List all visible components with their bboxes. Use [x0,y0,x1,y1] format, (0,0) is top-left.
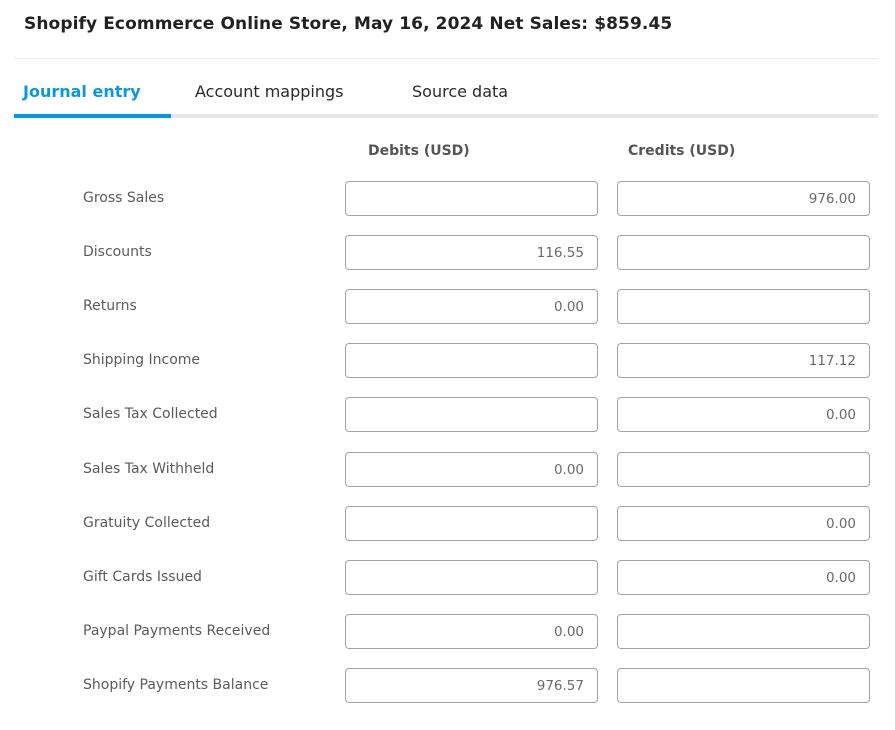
journal-row: Gift Cards Issued [0,560,895,596]
tab-account-mappings[interactable]: Account mappings [195,78,343,112]
credit-input[interactable] [617,614,870,649]
credit-input[interactable] [617,560,870,595]
active-tab-indicator [14,114,171,118]
tab-source-data[interactable]: Source data [412,78,508,112]
debit-input[interactable] [345,668,598,703]
tab-journal-entry[interactable]: Journal entry [23,78,141,112]
account-label: Gross Sales [83,190,165,206]
journal-row: Discounts [0,235,895,271]
credit-input[interactable] [617,289,870,324]
journal-row: Gratuity Collected [0,506,895,542]
account-label: Paypal Payments Received [83,623,271,639]
account-label: Discounts [83,244,152,260]
credits-column-header: Credits (USD) [628,143,736,159]
account-label: Gift Cards Issued [83,569,202,585]
account-label: Sales Tax Withheld [83,461,215,477]
debit-input[interactable] [345,560,598,595]
account-label: Gratuity Collected [83,515,211,531]
debit-input[interactable] [345,235,598,270]
journal-row: Gross Sales [0,181,895,217]
header-divider [14,58,878,59]
debit-input[interactable] [345,181,598,216]
journal-row: Sales Tax Withheld [0,452,895,488]
journal-row: Shipping Income [0,343,895,379]
account-label: Shopify Payments Balance [83,677,269,693]
journal-row: Shopify Payments Balance [0,668,895,704]
debit-input[interactable] [345,397,598,432]
account-label: Returns [83,298,137,314]
debits-column-header: Debits (USD) [368,143,470,159]
debit-input[interactable] [345,506,598,541]
credit-input[interactable] [617,343,870,378]
page-title: Shopify Ecommerce Online Store, May 16, … [24,14,673,34]
credit-input[interactable] [617,397,870,432]
account-label: Shipping Income [83,352,201,368]
debit-input[interactable] [345,343,598,378]
credit-input[interactable] [617,181,870,216]
credit-input[interactable] [617,452,870,487]
account-label: Sales Tax Collected [83,406,218,422]
credit-input[interactable] [617,668,870,703]
journal-row: Paypal Payments Received [0,614,895,650]
journal-row: Sales Tax Collected [0,397,895,433]
debit-input[interactable] [345,614,598,649]
journal-row: Returns [0,289,895,325]
debit-input[interactable] [345,289,598,324]
credit-input[interactable] [617,235,870,270]
credit-input[interactable] [617,506,870,541]
debit-input[interactable] [345,452,598,487]
tab-bar: Journal entry Account mappings Source da… [14,78,878,118]
